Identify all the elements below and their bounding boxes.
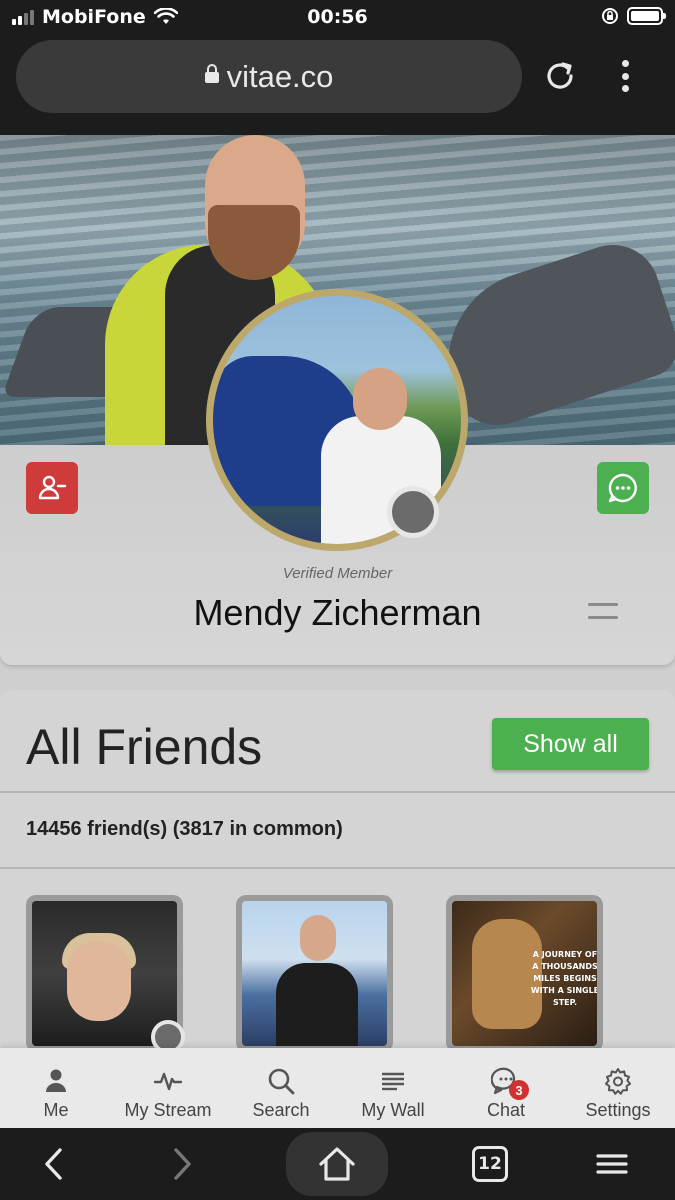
- status-time: 00:56: [307, 6, 368, 28]
- profile-menu-icon[interactable]: [588, 603, 618, 619]
- nav-label: Search: [252, 1100, 310, 1120]
- status-bar: MobiFone 00:56: [0, 0, 675, 34]
- tabs-button[interactable]: 12: [466, 1140, 514, 1188]
- nav-label: My Wall: [361, 1100, 425, 1120]
- chat-unread-badge: 3: [509, 1080, 529, 1100]
- search-icon: [268, 1068, 295, 1095]
- more-options-button[interactable]: [612, 56, 638, 96]
- app-bottom-nav: Me My Stream Search My Wall 3 Chat Setti…: [0, 1048, 675, 1128]
- list-icon: [382, 1072, 404, 1091]
- browser-address-bar: vitae.co: [0, 34, 675, 135]
- gear-icon: [605, 1068, 631, 1095]
- chat-bubble-icon: [608, 473, 637, 503]
- nav-chat[interactable]: 3 Chat: [450, 1066, 562, 1121]
- reload-button[interactable]: [540, 56, 580, 96]
- show-all-button[interactable]: Show all: [492, 718, 649, 770]
- browser-toolbar: 12: [0, 1128, 675, 1200]
- nav-label: Chat: [486, 1100, 526, 1120]
- orientation-lock-icon: [602, 8, 618, 24]
- nav-label: My Stream: [124, 1100, 212, 1120]
- nav-label: Me: [43, 1100, 69, 1120]
- url-field[interactable]: vitae.co: [16, 40, 522, 113]
- friend-thumbnail[interactable]: A JOURNEY OF A THOUSANDS MILES BEGINS WI…: [446, 895, 603, 1052]
- presence-indicator: [387, 486, 439, 538]
- home-icon: [319, 1147, 355, 1181]
- lock-icon: [204, 63, 219, 88]
- divider: [0, 867, 675, 869]
- battery-icon: [627, 7, 666, 25]
- pulse-icon: [153, 1072, 183, 1091]
- verified-label: Verified Member: [282, 565, 393, 582]
- person-icon: [46, 1069, 66, 1092]
- thumbnail-quote: A JOURNEY OF A THOUSANDS MILES BEGINS WI…: [530, 950, 597, 1007]
- back-button[interactable]: [30, 1140, 78, 1188]
- nav-my-wall[interactable]: My Wall: [337, 1066, 449, 1121]
- browser-menu-button[interactable]: [588, 1140, 636, 1188]
- profile-name: Mendy Zicherman: [193, 592, 482, 633]
- chevron-right-icon: [174, 1148, 191, 1180]
- tab-count: 12: [472, 1146, 508, 1182]
- friend-count: 14456 friend(s) (3817 in common): [26, 818, 343, 840]
- nav-label: Settings: [585, 1100, 651, 1120]
- remove-user-icon: [38, 475, 67, 500]
- nav-settings[interactable]: Settings: [562, 1066, 674, 1121]
- nav-me[interactable]: Me: [0, 1066, 112, 1121]
- home-button[interactable]: [286, 1132, 388, 1196]
- hamburger-icon: [596, 1154, 628, 1174]
- nav-search[interactable]: Search: [225, 1066, 337, 1121]
- chevron-left-icon: [45, 1148, 62, 1180]
- forward-button[interactable]: [158, 1140, 206, 1188]
- friends-title: All Friends: [26, 719, 263, 775]
- url-text: vitae.co: [226, 58, 334, 94]
- unfriend-button[interactable]: [26, 462, 78, 514]
- message-button[interactable]: [597, 462, 649, 514]
- friend-thumbnail[interactable]: [236, 895, 393, 1052]
- nav-my-stream[interactable]: My Stream: [112, 1066, 224, 1121]
- reload-icon: [547, 62, 573, 89]
- divider: [0, 791, 675, 793]
- status-right: [601, 7, 666, 25]
